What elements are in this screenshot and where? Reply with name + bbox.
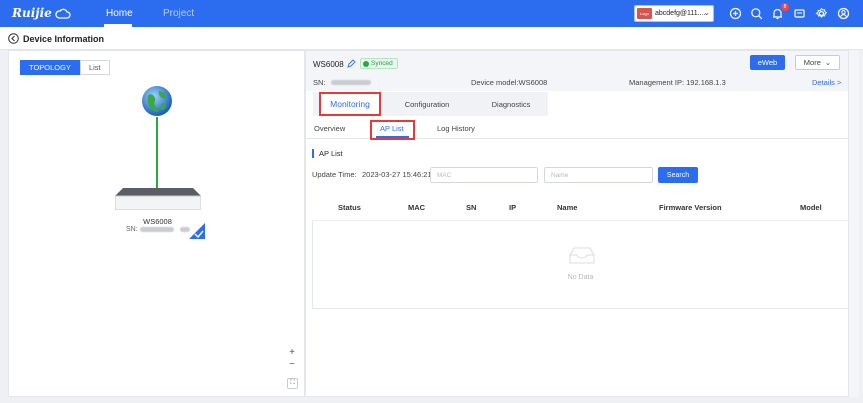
topology-panel: TOPOLOGY List WS6008 SN: + − ⛶ (8, 50, 305, 397)
update-time-value: 2023-03-27 15:46:21 (362, 170, 432, 179)
subtab-ap-list[interactable]: AP List (380, 124, 404, 133)
sn-label: SN: (313, 78, 326, 87)
ruijie-logo[interactable]: Ruijie (12, 6, 71, 20)
zoom-controls: + − (286, 347, 298, 371)
sn-label: SN: (126, 226, 138, 233)
zoom-in-button[interactable]: + (286, 347, 298, 359)
tab-configuration[interactable]: Configuration (393, 92, 461, 116)
tab-diagnostics[interactable]: Diagnostics (476, 92, 546, 116)
column-header-mac[interactable]: MAC (408, 203, 425, 212)
empty-inbox-icon (569, 247, 595, 264)
empty-state-text: No Data (567, 274, 594, 281)
column-header-name[interactable]: Name (557, 203, 577, 212)
more-label: More (803, 58, 821, 67)
column-header-model[interactable]: Model (800, 203, 822, 212)
tab-monitoring[interactable]: Monitoring (319, 92, 381, 116)
status-text: Synced (371, 60, 393, 67)
more-button[interactable]: More ⌄ (795, 55, 840, 70)
account-logo-badge: Logo (637, 8, 652, 19)
switch-device-icon[interactable] (115, 188, 201, 210)
status-badge: Synced (360, 58, 398, 69)
active-subtab-indicator (376, 136, 409, 138)
subtab-overview[interactable]: Overview (314, 124, 345, 133)
column-header-sn[interactable]: SN (466, 203, 476, 212)
column-header-status[interactable]: Status (338, 203, 361, 212)
sub-tabs: Overview AP List Log History (306, 120, 848, 140)
main-tabs: Monitoring Configuration Diagnostics (313, 92, 548, 116)
device-name: WS6008 (313, 60, 344, 69)
notification-badge: 8 (781, 3, 789, 11)
eweb-button[interactable]: eWeb (750, 55, 785, 70)
link-line (156, 117, 158, 189)
logo-text: Ruijie (12, 6, 52, 20)
check-icon (189, 223, 205, 239)
gear-icon[interactable] (815, 7, 828, 20)
redacted-sn (139, 227, 174, 232)
chevron-down-icon: ⌄ (703, 8, 710, 17)
back-arrow-icon[interactable] (8, 33, 19, 44)
redacted-sn (330, 80, 371, 85)
page-header: Device Information (0, 27, 863, 50)
edit-pencil-icon[interactable] (347, 59, 356, 68)
nav-tab-project[interactable]: Project (163, 8, 194, 19)
chevron-down-icon: ⌄ (824, 58, 832, 67)
list-view-button[interactable]: List (79, 60, 110, 75)
internet-globe-icon[interactable] (141, 85, 173, 117)
view-toggle: TOPOLOGY List (20, 60, 110, 75)
device-sn: SN: (313, 78, 371, 87)
column-header-firmware[interactable]: Firmware Version (659, 203, 722, 212)
message-icon[interactable] (793, 7, 806, 20)
nav-tab-home[interactable]: Home (106, 8, 133, 19)
top-nav-bar: Ruijie Home Project Logo abcdefg@111....… (0, 0, 863, 27)
account-selector[interactable]: Logo abcdefg@111.... ⌄ (634, 5, 714, 22)
zoom-out-button[interactable]: − (286, 359, 298, 371)
details-link[interactable]: Details > (812, 78, 841, 87)
search-button[interactable]: Search (658, 167, 698, 183)
page-title: Device Information (23, 34, 105, 44)
add-circle-icon[interactable] (729, 7, 742, 20)
synced-dot-icon (363, 60, 369, 67)
device-header: WS6008 Synced SN: Device model:WS6008 Ma… (306, 51, 848, 91)
device-detail-panel: WS6008 Synced SN: Device model:WS6008 Ma… (305, 50, 849, 397)
page-scrollbar[interactable] (849, 50, 859, 397)
fit-view-icon[interactable]: ⛶ (287, 378, 298, 389)
management-ip: Management IP: 192.168.1.3 (629, 78, 726, 87)
column-header-ip[interactable]: IP (509, 203, 516, 212)
mac-search-input[interactable]: MAC (430, 167, 538, 183)
section-title: AP List (312, 149, 343, 158)
cloud-logo-icon (55, 8, 71, 19)
topology-view-button[interactable]: TOPOLOGY (20, 60, 80, 75)
search-icon[interactable] (750, 7, 763, 20)
name-search-input[interactable]: Name (544, 167, 653, 183)
ap-table-body: No Data (312, 220, 849, 309)
account-name: abcdefg@111.... (655, 10, 706, 17)
subtab-log-history[interactable]: Log History (437, 124, 475, 133)
topology-device-sn: SN: (126, 226, 190, 233)
update-time-label: Update Time: (312, 170, 357, 179)
user-avatar-icon[interactable] (837, 7, 850, 20)
topology-device-name: WS6008 (143, 217, 172, 226)
device-model: Device model:WS6008 (471, 78, 548, 87)
